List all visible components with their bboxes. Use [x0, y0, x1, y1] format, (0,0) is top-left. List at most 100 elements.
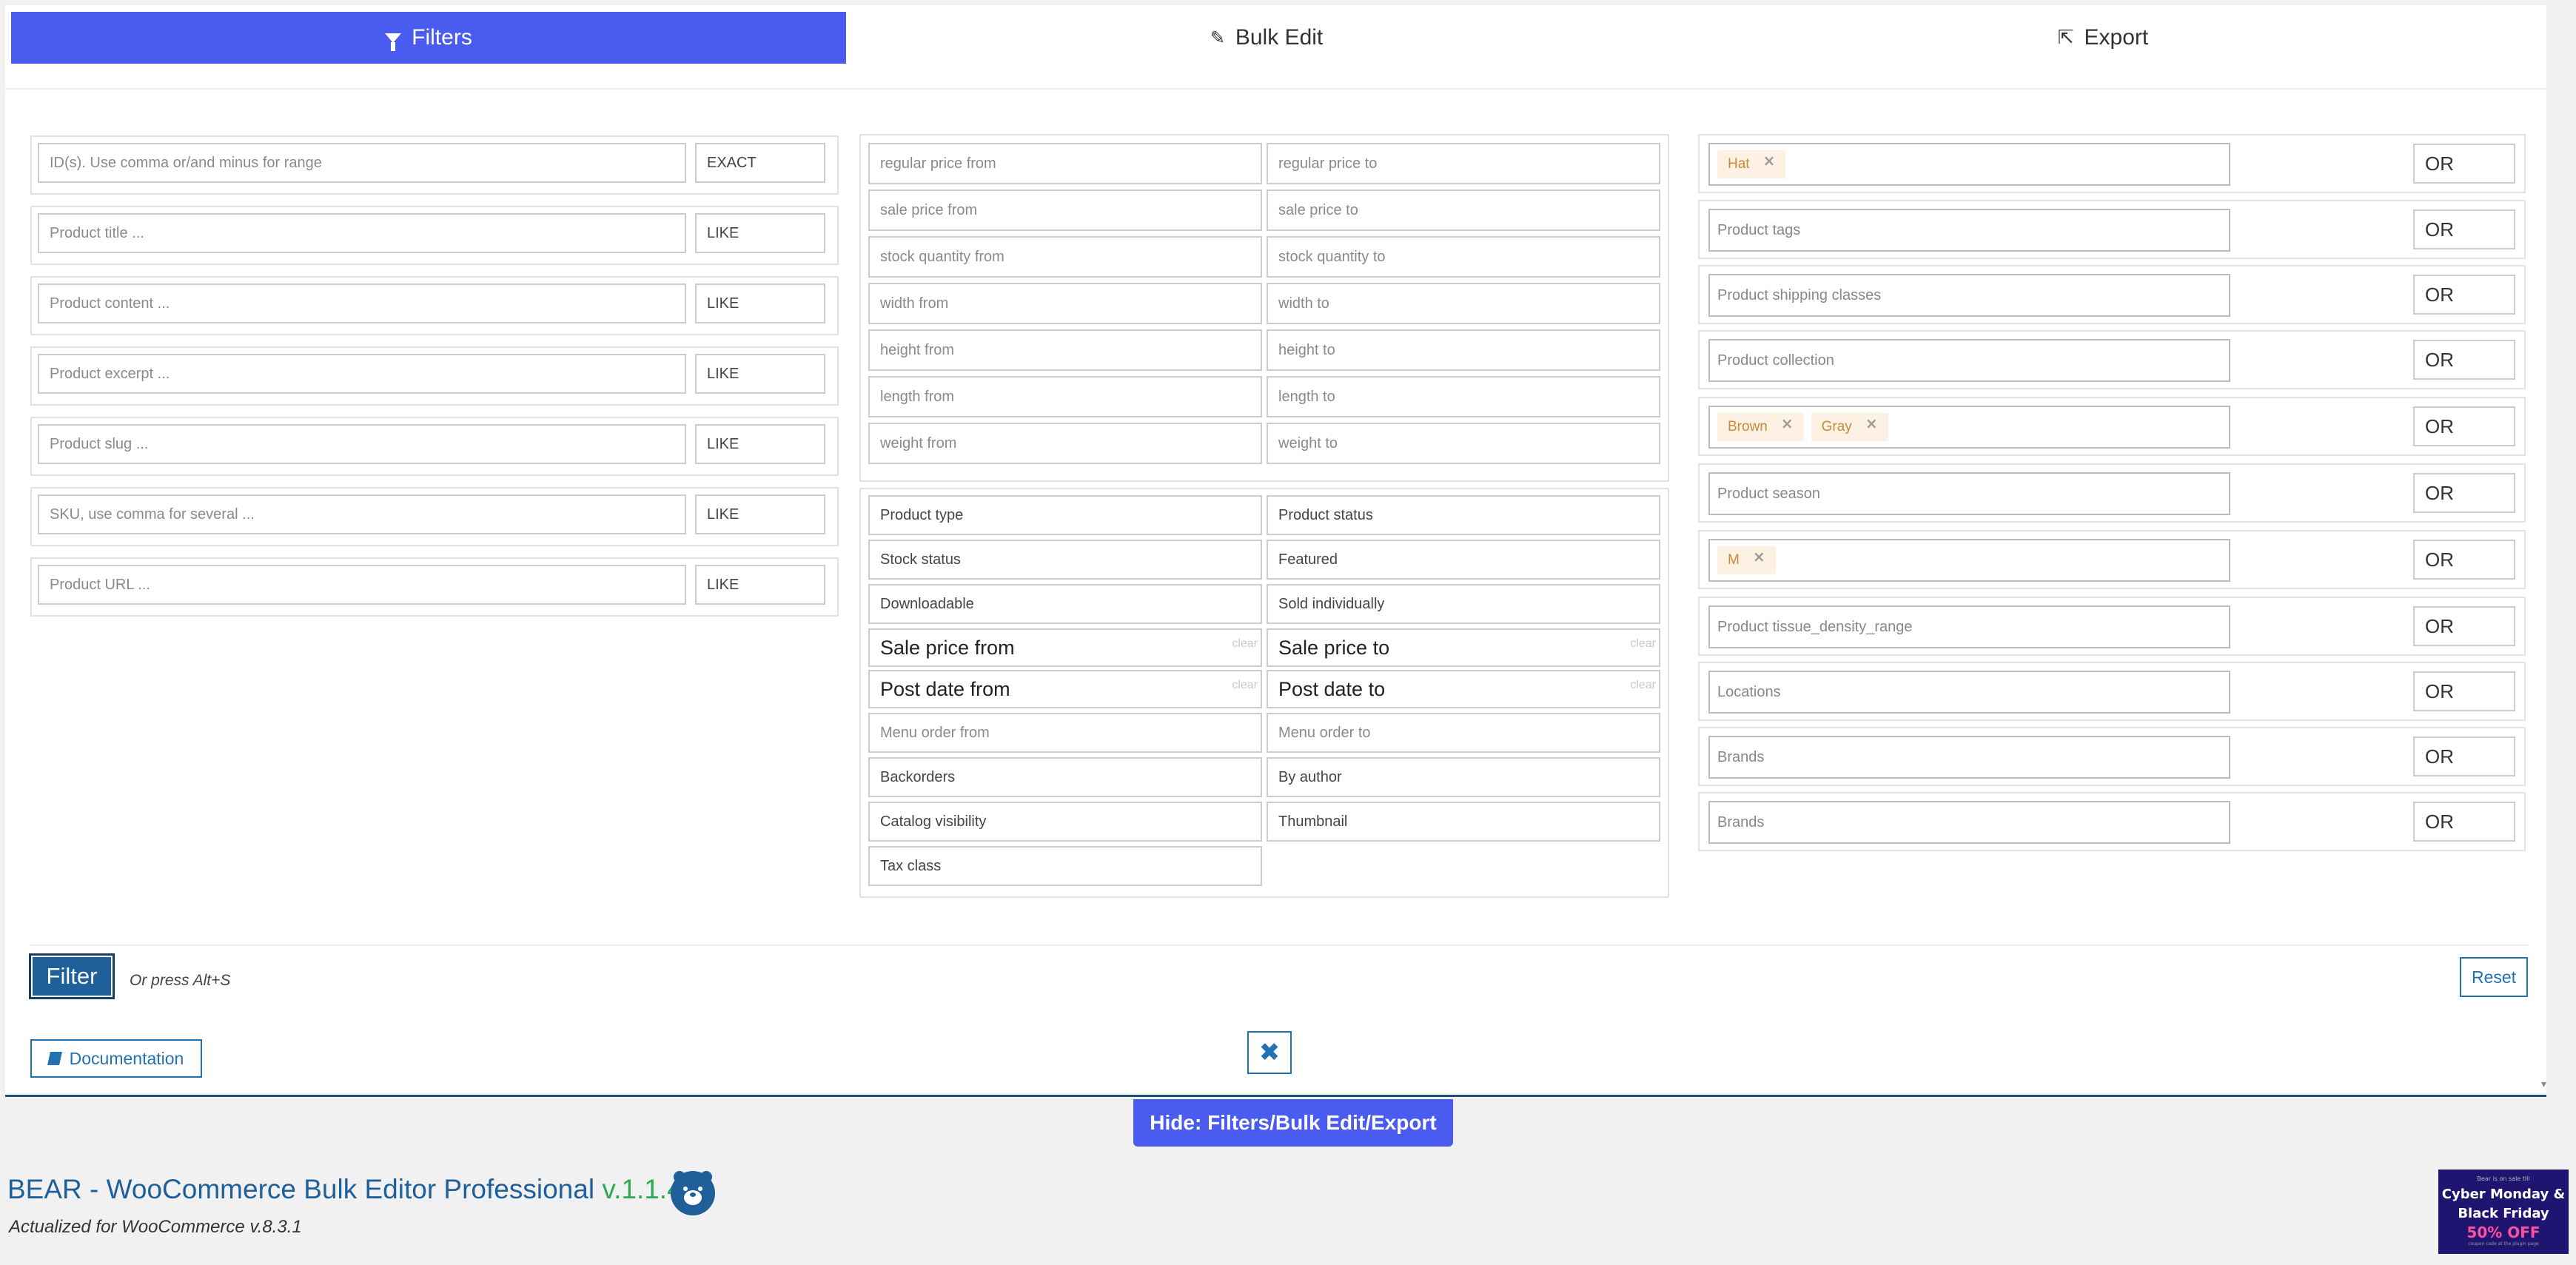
- logic-select[interactable]: OR: [2413, 209, 2515, 249]
- length-from-input[interactable]: length from: [868, 376, 1262, 417]
- logic-select[interactable]: OR: [2413, 671, 2515, 711]
- divider: [30, 944, 2528, 946]
- remove-tag-icon[interactable]: ×: [1763, 152, 1776, 170]
- remove-tag-icon[interactable]: ×: [1865, 415, 1878, 432]
- tax-row-collection: Product collection OR: [1698, 330, 2526, 389]
- brands-select[interactable]: Brands: [1708, 801, 2230, 844]
- height-from-input[interactable]: height from: [868, 329, 1262, 371]
- slug-input[interactable]: Product slug ...: [38, 424, 686, 464]
- promo-banner[interactable]: Bear is on sale till Cyber Monday & Black…: [2438, 1170, 2569, 1254]
- tax-row-brands-1: Brands OR: [1698, 727, 2526, 786]
- sku-mode-select[interactable]: LIKE: [695, 494, 825, 534]
- content-mode-select[interactable]: LIKE: [695, 283, 825, 323]
- logic-select[interactable]: OR: [2413, 473, 2515, 513]
- downloadable-select[interactable]: Downloadable: [868, 584, 1262, 624]
- sku-input[interactable]: SKU, use comma for several ...: [38, 494, 686, 534]
- title-input[interactable]: Product title ...: [38, 213, 686, 253]
- collection-select[interactable]: Product collection: [1708, 339, 2230, 382]
- length-to-input[interactable]: length to: [1267, 376, 1660, 417]
- weight-to-input[interactable]: weight to: [1267, 423, 1660, 464]
- logic-select[interactable]: OR: [2413, 606, 2515, 646]
- sold-individually-select[interactable]: Sold individually: [1267, 584, 1660, 624]
- sale-price-to-input[interactable]: sale price to: [1267, 189, 1660, 231]
- clear-link[interactable]: clear: [1630, 679, 1656, 692]
- reset-button[interactable]: Reset: [2460, 957, 2528, 997]
- tax-class-select[interactable]: Tax class: [868, 846, 1262, 886]
- width-to-input[interactable]: width to: [1267, 283, 1660, 324]
- menu-order-to-input[interactable]: Menu order to: [1267, 713, 1660, 753]
- locations-select[interactable]: Locations: [1708, 671, 2230, 714]
- documentation-button[interactable]: Documentation: [30, 1039, 202, 1078]
- filter-row-title: Product title ... LIKE: [30, 206, 839, 265]
- size-tag-select[interactable]: M ×: [1708, 539, 2230, 582]
- id-input[interactable]: ID(s). Use comma or/and minus for range: [38, 143, 686, 183]
- content-input[interactable]: Product content ...: [38, 283, 686, 323]
- menu-order-from-input[interactable]: Menu order from: [868, 713, 1262, 753]
- tab-filters[interactable]: Filters: [11, 12, 846, 64]
- color-tag-select[interactable]: Brown × Gray ×: [1708, 406, 2230, 449]
- post-date-from-date[interactable]: Post date from clear: [868, 670, 1262, 708]
- excerpt-mode-select[interactable]: LIKE: [695, 354, 825, 394]
- scroll-down-icon[interactable]: ▾: [2541, 1078, 2546, 1090]
- season-select[interactable]: Product season: [1708, 472, 2230, 515]
- stock-quantity-to-input[interactable]: stock quantity to: [1267, 236, 1660, 278]
- range-filters-box: regular price from regular price to sale…: [859, 134, 1669, 482]
- logic-select[interactable]: OR: [2413, 406, 2515, 446]
- regular-price-to-input[interactable]: regular price to: [1267, 143, 1660, 184]
- brands-select[interactable]: Brands: [1708, 736, 2230, 779]
- backorders-select[interactable]: Backorders: [868, 757, 1262, 797]
- tissue-select[interactable]: Product tissue_density_range: [1708, 605, 2230, 648]
- close-icon[interactable]: ✖: [1247, 1031, 1292, 1074]
- weight-from-input[interactable]: weight from: [868, 423, 1262, 464]
- sale-price-to-date[interactable]: Sale price to clear: [1267, 628, 1660, 667]
- logic-select[interactable]: OR: [2413, 275, 2515, 315]
- filter-row-url: Product URL ... LIKE: [30, 557, 839, 617]
- sale-price-from-date[interactable]: Sale price from clear: [868, 628, 1262, 667]
- catalog-visibility-select[interactable]: Catalog visibility: [868, 802, 1262, 842]
- logic-select[interactable]: OR: [2413, 144, 2515, 184]
- tab-bulk-edit[interactable]: ✎ Bulk Edit: [849, 12, 1684, 64]
- product-tags-select[interactable]: Product tags: [1708, 209, 2230, 252]
- product-type-select[interactable]: Product type: [868, 495, 1262, 535]
- url-input[interactable]: Product URL ...: [38, 565, 686, 605]
- tax-row-category: Hat × OR: [1698, 134, 2526, 193]
- filter-button[interactable]: Filter: [29, 953, 115, 999]
- product-status-select[interactable]: Product status: [1267, 495, 1660, 535]
- shipping-classes-select[interactable]: Product shipping classes: [1708, 274, 2230, 317]
- clear-link[interactable]: clear: [1630, 637, 1656, 651]
- stock-quantity-from-input[interactable]: stock quantity from: [868, 236, 1262, 278]
- width-from-input[interactable]: width from: [868, 283, 1262, 324]
- featured-select[interactable]: Featured: [1267, 540, 1660, 580]
- remove-tag-icon[interactable]: ×: [1753, 548, 1765, 566]
- bear-logo-icon: [671, 1171, 715, 1215]
- by-author-select[interactable]: By author: [1267, 757, 1660, 797]
- book-icon: [47, 1052, 62, 1065]
- logic-select[interactable]: OR: [2413, 736, 2515, 776]
- height-to-input[interactable]: height to: [1267, 329, 1660, 371]
- category-tag-select[interactable]: Hat ×: [1708, 143, 2230, 186]
- thumbnail-select[interactable]: Thumbnail: [1267, 802, 1660, 842]
- tab-filters-label: Filters: [412, 25, 472, 50]
- tax-row-shipping: Product shipping classes OR: [1698, 265, 2526, 324]
- id-mode-select[interactable]: EXACT: [695, 143, 825, 183]
- excerpt-input[interactable]: Product excerpt ...: [38, 354, 686, 394]
- remove-tag-icon[interactable]: ×: [1781, 415, 1794, 432]
- regular-price-from-input[interactable]: regular price from: [868, 143, 1262, 184]
- tag-chip: M ×: [1717, 546, 1776, 574]
- clear-link[interactable]: clear: [1232, 637, 1258, 651]
- logic-select[interactable]: OR: [2413, 340, 2515, 380]
- logic-select[interactable]: OR: [2413, 540, 2515, 580]
- stock-status-select[interactable]: Stock status: [868, 540, 1262, 580]
- sale-price-from-input[interactable]: sale price from: [868, 189, 1262, 231]
- hide-panel-button[interactable]: Hide: Filters/Bulk Edit/Export: [1133, 1099, 1453, 1147]
- post-date-to-date[interactable]: Post date to clear: [1267, 670, 1660, 708]
- clear-link[interactable]: clear: [1232, 679, 1258, 692]
- title-mode-select[interactable]: LIKE: [695, 213, 825, 253]
- filter-row-id: ID(s). Use comma or/and minus for range …: [30, 135, 839, 195]
- logic-select[interactable]: OR: [2413, 802, 2515, 842]
- tag-chip: Hat ×: [1717, 150, 1786, 178]
- tab-export[interactable]: ⇱ Export: [1686, 12, 2520, 64]
- url-mode-select[interactable]: LIKE: [695, 565, 825, 605]
- slug-mode-select[interactable]: LIKE: [695, 424, 825, 464]
- tax-row-size: M × OR: [1698, 530, 2526, 589]
